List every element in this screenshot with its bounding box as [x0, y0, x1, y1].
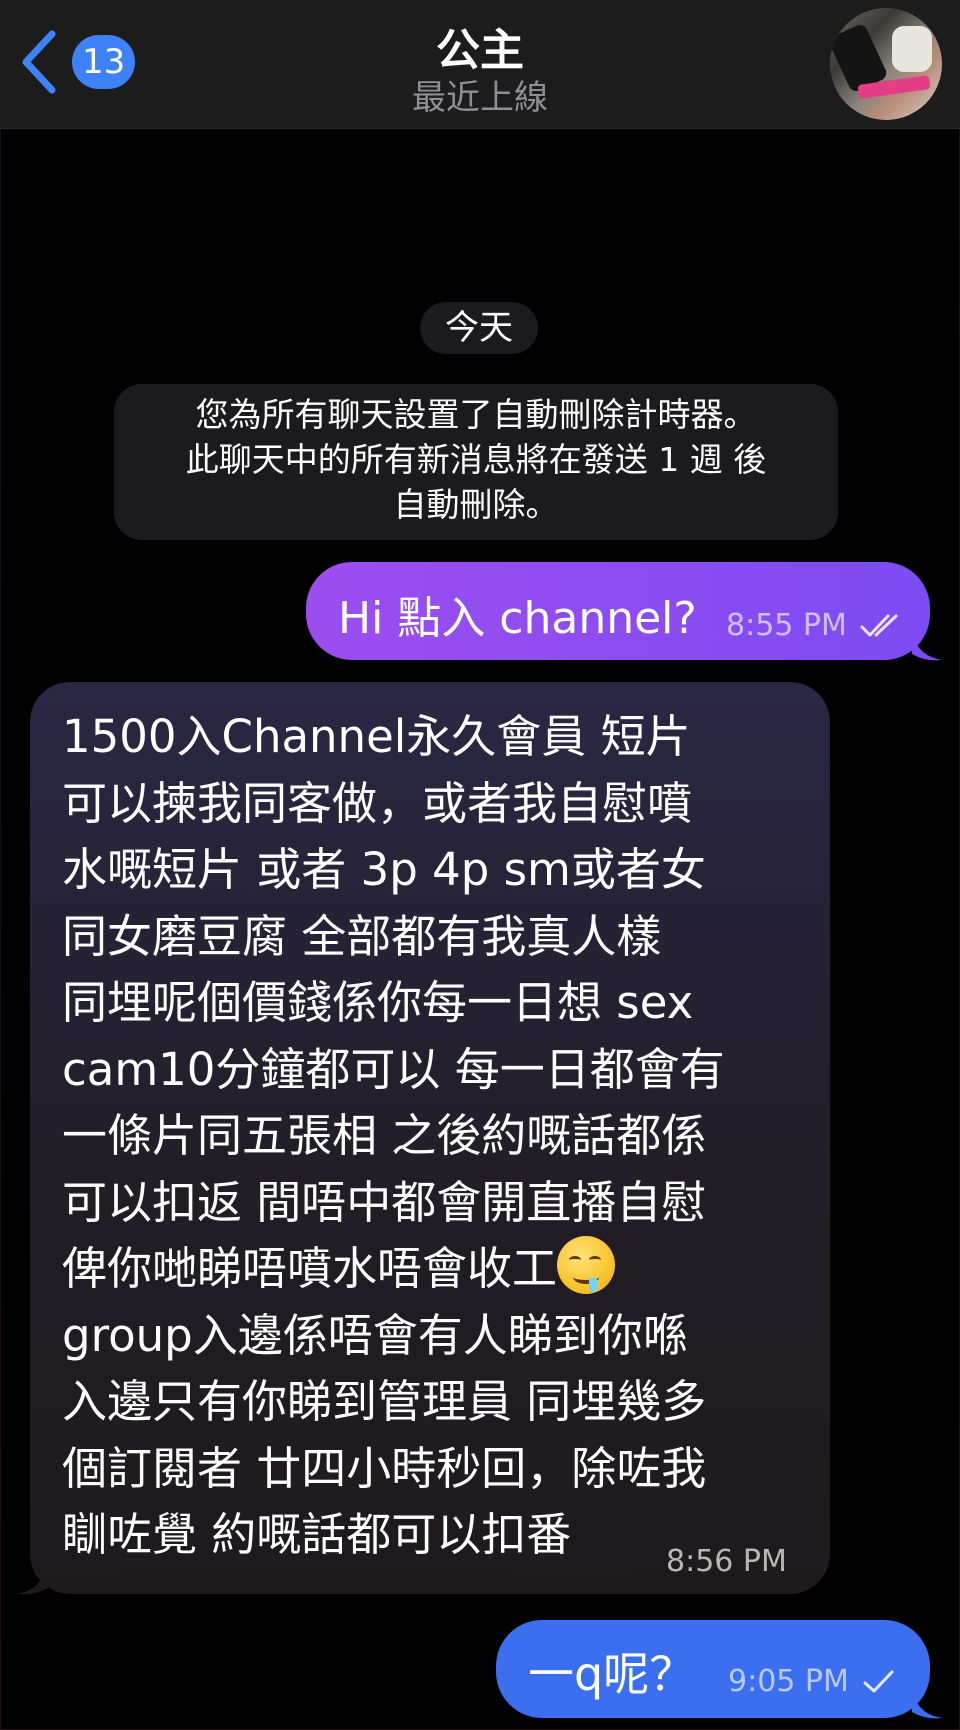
message-time: 9:05 PM [728, 1664, 896, 1699]
message-text: 一q呢？ [528, 1647, 696, 1701]
message-line: 俾你哋睇唔噴水唔會收工 [62, 1236, 725, 1303]
message-line: cam10分鐘都可以 每一日都會有 [62, 1042, 725, 1096]
auto-delete-notice: 您為所有聊天設置了自動刪除計時器。 此聊天中的所有新消息將在發送 1 週 後 自… [114, 384, 838, 540]
outgoing-message[interactable]: Hi 點入 channel? 8:55 PM [306, 562, 930, 660]
message-line: 可以扣返 間唔中都會開直播自慰 [62, 1175, 707, 1229]
message-time: 8:56 PM [666, 1544, 787, 1579]
notice-line: 您為所有聊天設置了自動刪除計時器。 [195, 395, 757, 434]
message-line: 水嘅短片 或者 3p 4p sm或者女 [62, 843, 706, 896]
chat-title[interactable]: 公主 [0, 14, 960, 78]
notice-line: 自動刪除。 [393, 485, 559, 524]
message-text: 1500入Channel永久會員 短片 可以揀我同客做，或者我自慰噴 水嘅短片 … [62, 704, 725, 1569]
outgoing-message[interactable]: 一q呢？ 9:05 PM [496, 1620, 930, 1718]
double-check-icon [860, 614, 898, 637]
message-line: group入邊係唔會有人睇到你喺 [62, 1308, 688, 1362]
check-icon [863, 1670, 894, 1693]
message-line: 1500入Channel永久會員 短片 [62, 710, 691, 763]
incoming-message[interactable]: 1500入Channel永久會員 短片 可以揀我同客做，或者我自慰噴 水嘅短片 … [30, 682, 830, 1594]
message-line: 個訂閱者 廿四小時秒回，除咗我 [62, 1441, 707, 1495]
message-time: 8:55 PM [726, 608, 906, 643]
date-separator: 今天 [420, 302, 538, 354]
message-line: 瞓咗覺 約嘅話都可以扣番 [62, 1508, 572, 1561]
avatar[interactable] [830, 8, 942, 120]
message-text: Hi 點入 channel? [338, 593, 697, 644]
message-line: 同埋呢個價錢係你每一日想 sex [62, 976, 694, 1029]
message-line: 一條片同五張相 之後約嘅話都係 [62, 1109, 707, 1162]
message-line: 入邊只有你睇到管理員 同埋幾多 [62, 1375, 707, 1428]
message-line: 同女磨豆腐 全部都有我真人樣 [62, 909, 662, 963]
chat-header: 13 公主 最近上線 [0, 0, 960, 129]
notice-line: 此聊天中的所有新消息將在發送 1 週 後 [185, 440, 767, 479]
last-seen-status: 最近上線 [412, 78, 548, 118]
message-line: 可以揀我同客做，或者我自慰噴 [62, 776, 693, 830]
drooling-face-icon [557, 1236, 616, 1294]
